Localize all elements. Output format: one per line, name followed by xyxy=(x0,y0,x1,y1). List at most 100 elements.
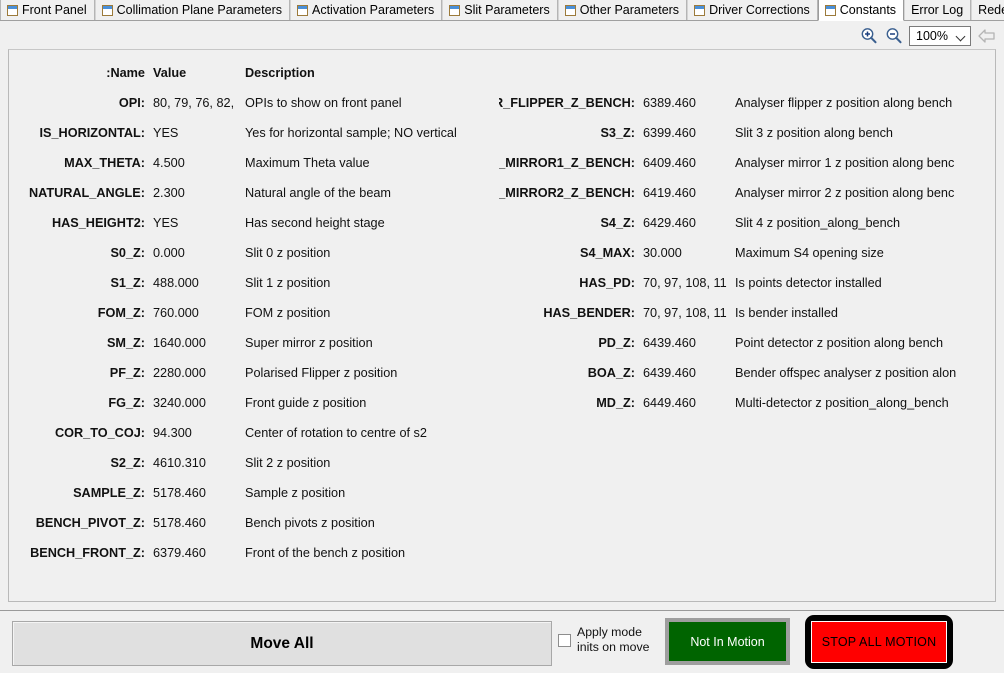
constants-window: Front Panel Collimation Plane Parameters A… xyxy=(0,0,1004,673)
apply-mode-inits-checkbox-group[interactable]: Apply mode inits on move xyxy=(558,625,655,655)
table-row: IS_HORIZONTAL: YES Yes for horizontal samp… xyxy=(9,118,499,148)
constant-name: IS_HORIZONTAL: xyxy=(39,126,146,140)
apply-mode-inits-label: Apply mode inits on move xyxy=(577,625,650,654)
constant-name: ANALYSER_MIRROR1_Z_BENCH: xyxy=(499,156,635,170)
constant-description: Maximum S4 opening size xyxy=(735,246,884,260)
constant-name: ANALYSER_FLIPPER_Z_BENCH: xyxy=(499,96,635,110)
constant-name: COR_TO_COJ: xyxy=(54,426,145,440)
constant-value: Value xyxy=(153,66,187,80)
table-row: ANALYSER_FLIPPER_Z_BENCH: 6389.460 Analyse… xyxy=(499,88,995,118)
constant-name: S3_Z: xyxy=(600,126,635,140)
constants-content-panel: Name: Value Description OPI: 80, 79, 76, 82,… xyxy=(8,49,996,602)
zoom-in-icon[interactable] xyxy=(859,26,879,46)
motion-status-indicator: Not In Motion xyxy=(665,618,790,665)
constant-description: Slit 4 z position_along_bench xyxy=(735,216,901,230)
constant-value: 6439.460 xyxy=(643,336,696,350)
stop-all-motion-button[interactable]: STOP ALL MOTION xyxy=(805,615,953,669)
tab-collimation-plane-parameters[interactable]: Collimation Plane Parameters xyxy=(94,0,290,20)
constant-name: S4_Z: xyxy=(600,216,635,230)
constant-value: 3240.000 xyxy=(153,396,206,410)
table-row: PD_Z: 6439.460 Point detector z position a… xyxy=(499,328,995,358)
constant-description: Analyser mirror 2 z position along benc xyxy=(735,186,955,200)
table-row: SAMPLE_Z: 5178.460 Sample z position xyxy=(9,478,499,508)
chevron-down-icon xyxy=(957,33,966,39)
zoom-level-select[interactable]: 100% xyxy=(909,25,971,46)
constant-description: Multi-detector z position_along_bench xyxy=(735,396,949,410)
constant-name: MAX_THETA: xyxy=(64,156,145,170)
constant-value: 6429.460 xyxy=(643,216,696,230)
tab-label: Other Parameters xyxy=(579,2,680,17)
table-row: S3_Z: 6399.460 Slit 3 z position along ben… xyxy=(499,118,995,148)
constant-value: 6399.460 xyxy=(643,126,696,140)
constant-name: SAMPLE_Z: xyxy=(73,486,145,500)
constant-name: BENCH_FRONT_Z: xyxy=(30,546,145,560)
constant-value: 2.300 xyxy=(153,186,185,200)
tab-other-parameters[interactable]: Other Parameters xyxy=(557,0,688,20)
constant-description: Front guide z position xyxy=(245,396,367,410)
constant-description: Slit 0 z position xyxy=(245,246,331,260)
panel-icon xyxy=(694,4,706,16)
constant-description: Is points detector installed xyxy=(735,276,882,290)
constant-value: YES xyxy=(153,126,179,140)
zoom-out-icon[interactable] xyxy=(884,26,904,46)
constant-description: Sample z position xyxy=(245,486,346,500)
tab-label: Driver Corrections xyxy=(709,2,810,17)
table-row: FG_Z: 3240.000 Front guide z position xyxy=(9,388,499,418)
tab-slit-parameters[interactable]: Slit Parameters xyxy=(442,0,558,20)
constant-name: OPI: xyxy=(118,96,145,110)
tab-label: Redefine Motors xyxy=(978,2,1004,17)
constant-value: 4610.310 xyxy=(153,456,206,470)
constant-value: 70, 97, 108, 11 xyxy=(643,276,727,290)
table-row: COR_TO_COJ: 94.300 Center of rotation to c… xyxy=(9,418,499,448)
constant-description: Front of the bench z position xyxy=(245,546,406,560)
panel-icon xyxy=(101,4,113,16)
table-row: FOM_Z: 760.000 FOM z position xyxy=(9,298,499,328)
tab-driver-corrections[interactable]: Driver Corrections xyxy=(687,0,818,20)
constant-value: 30.000 xyxy=(643,246,682,260)
constant-description: Analyser mirror 1 z position along benc xyxy=(735,156,955,170)
constant-value: 6439.460 xyxy=(643,366,696,380)
constant-description: Analyser flipper z position along bench xyxy=(735,96,953,110)
tab-activation-parameters[interactable]: Activation Parameters xyxy=(289,0,443,20)
constant-name: S4_MAX: xyxy=(580,246,635,260)
tab-constants[interactable]: Constants xyxy=(817,0,905,21)
constant-value: 2280.000 xyxy=(153,366,206,380)
constant-description: Description xyxy=(245,66,315,80)
back-arrow-icon[interactable] xyxy=(976,26,998,46)
table-row: BENCH_PIVOT_Z: 5178.460 Bench pivots z pos… xyxy=(9,508,499,538)
move-all-button[interactable]: Move All xyxy=(12,621,552,666)
tab-label: Constants xyxy=(839,2,897,17)
constant-name: HAS_HEIGHT2: xyxy=(51,216,145,230)
constant-value: 6449.460 xyxy=(643,396,696,410)
constant-name: FOM_Z: xyxy=(97,306,145,320)
tab-front-panel[interactable]: Front Panel xyxy=(0,0,95,20)
constant-name: Name: xyxy=(106,66,145,80)
tab-redefine-motors[interactable]: Redefine Motors xyxy=(971,0,1004,20)
apply-mode-inits-checkbox[interactable] xyxy=(558,633,571,647)
tab-error-log[interactable]: Error Log xyxy=(904,0,972,20)
constant-description: Natural angle of the beam xyxy=(245,186,391,200)
constant-description: Center of rotation to centre of s2 xyxy=(245,426,427,440)
motion-status-inner: Not In Motion xyxy=(669,622,786,661)
constant-description: Bender offspec analyser z position alon xyxy=(735,366,957,380)
tab-strip: Front Panel Collimation Plane Parameters A… xyxy=(0,0,1004,21)
constant-description: FOM z position xyxy=(245,306,331,320)
stop-all-motion-inner: STOP ALL MOTION xyxy=(811,621,947,663)
table-row: HAS_BENDER: 70, 97, 108, 11 Is bender inst… xyxy=(499,298,995,328)
zoom-level-value: 100% xyxy=(916,28,948,43)
tab-label: Error Log xyxy=(911,2,964,17)
table-row: ANALYSER_MIRROR1_Z_BENCH: 6409.460 Analyse… xyxy=(499,148,995,178)
constant-value: 488.000 xyxy=(153,276,199,290)
constant-name: SM_Z: xyxy=(106,336,145,350)
constant-name: HAS_PD: xyxy=(579,276,635,290)
constants-column-left: Name: Value Description OPI: 80, 79, 76, 82,… xyxy=(9,50,499,601)
constant-value: 1640.000 xyxy=(153,336,206,350)
constant-name: PD_Z: xyxy=(598,336,635,350)
zoom-toolbar: 100% xyxy=(0,22,1004,49)
panel-icon xyxy=(7,4,18,16)
table-row: SM_Z: 1640.000 Super mirror z position xyxy=(9,328,499,358)
constant-value: 94.300 xyxy=(153,426,192,440)
tab-label: Slit Parameters xyxy=(464,2,550,17)
panel-icon xyxy=(449,4,461,16)
table-row: NATURAL_ANGLE: 2.300 Natural angle of the … xyxy=(9,178,499,208)
